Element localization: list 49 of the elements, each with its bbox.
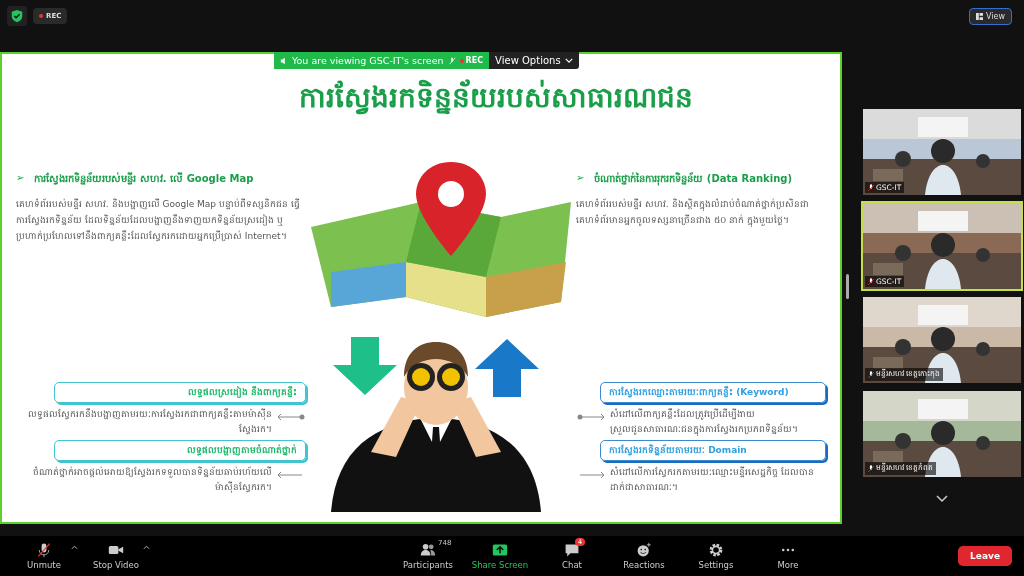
section-heading: ចំណាត់ថ្នាក់នៃការរុករកទិន្នន័យ (Data Ranking) (594, 172, 792, 187)
sharing-banner: You are viewing GSC-IT's screen REC (274, 52, 490, 69)
bullet-icon: ➢ (16, 172, 25, 187)
share-button[interactable]: Share Screen (464, 540, 536, 572)
callout-heading: ការស្វែងរកទិន្នន័យតាមរយៈ Domain (600, 440, 826, 462)
settings-button[interactable]: Settings (680, 540, 752, 572)
muted-mic-icon (868, 370, 874, 379)
down-arrow-icon (333, 337, 397, 395)
share-screen-icon (492, 542, 508, 558)
leave-button[interactable]: Leave (958, 546, 1012, 566)
section-text: គេហទំព័ររបស់មន្ទីរ សហវ. និងបង្ហាញលើ Google Map បន្ទាប់ពីទស្សនិកជន ធ្វើការស្វែងរកទិន្នន័យ ដែលទិន្នន័យដែលបង្ហាញនឹងទាញយកទិន្នន័យស្រដៀង ឬប្រហាក់ប្រហែលទៅនឹងពាក្យគន្លឹះដែលស្វែករកដោយអ្នកប្រើប្រាស់ Internet។ (16, 197, 301, 244)
muted-mic-icon (36, 542, 52, 558)
view-button[interactable]: View (969, 8, 1012, 25)
muted-mic-icon (868, 464, 874, 473)
view-options-button[interactable]: View Options (489, 52, 579, 69)
grid-icon (976, 13, 983, 20)
section-heading: ការស្វែងរកទិន្នន័យរបស់មន្ទីរ សហវ. លើ Google Map (34, 172, 254, 187)
slide-title: ការស្វែងរកទិន្នន័យរបស់សាធារណជន (298, 80, 694, 117)
callout-heading: លទ្ធផលស្រដៀង នឹងពាក្យគន្លឹះ (54, 382, 306, 404)
muted-mic-icon (868, 183, 874, 192)
chevron-down-icon[interactable] (936, 495, 948, 503)
section-text: គេហទំព័ររបស់មន្ទីរ សហវ. និងស្ថិតក្នុងលំដាប់ចំណាត់ថ្នាក់ប្រសិនជាគេហទំព័រមានអ្នកចូលទស្សនាច្រើនជាង ៥០ នាក់ ក្នុងមួយថ្ងៃ។ (576, 197, 810, 229)
muted-mic-icon (868, 277, 874, 286)
chevron-down-icon (564, 58, 573, 63)
leader-line (576, 413, 606, 422)
map-pin-icon (416, 162, 486, 256)
up-arrow-icon (475, 339, 539, 397)
shield-icon[interactable] (7, 6, 27, 26)
smiley-icon (636, 542, 652, 558)
callout-heading: លទ្ធផលបង្ហាញតាមចំណាត់ថ្នាក់ (54, 440, 306, 462)
chat-bubble-icon (564, 542, 580, 558)
callout-text: លទ្ធផលស្វែករកនឹងបង្ហាញតាមរយៈការស្វែងរកជាពាក្យគន្លឹះតាមម៉ាស៊ីនស្វែងរក។ (27, 407, 272, 437)
video-button[interactable]: Stop Video (80, 540, 152, 572)
callout-text: ចំណាត់ថ្នាក់អាចផ្តល់អោយឱ្យស្វែងរកទទួលបានទិន្នន័យឆាប់រហ័យលើម៉ាស៊ីនស្វែករក។ (32, 465, 272, 494)
settings-icon (708, 542, 724, 558)
mic-button[interactable]: Unmute (8, 540, 80, 572)
leader-line (276, 413, 306, 422)
scrollbar[interactable] (846, 274, 849, 299)
callout-text: សំដៅលើការស្វែករកតាមរយៈឈ្មោះមន្ទីរសេដ្ឋកិច្ច ដែលបានដាក់ជាសាធារណៈ។ (610, 465, 815, 494)
speaker-icon (280, 56, 288, 65)
people-icon (420, 542, 436, 558)
callout-heading: ការស្វែងរកឈ្មោះតាមរយៈពាក្យគន្លឹះ (Keyword) (600, 382, 826, 404)
callout-text: សំដៅលើពាក្យគន្លឹះដែលត្រូវប្រើដើម្បីងាយស្រួលជូនសាធារណៈជនក្នុងការស្វែងរកប្រភពទិន្នន័យ។ (610, 407, 799, 437)
reactions-button[interactable]: Reactions (608, 540, 680, 572)
bullet-icon: ➢ (576, 172, 585, 187)
more-button[interactable]: More (752, 540, 824, 572)
caret-icon[interactable] (71, 545, 78, 550)
muted-mic-icon (447, 56, 456, 65)
caret-icon[interactable] (143, 545, 150, 550)
